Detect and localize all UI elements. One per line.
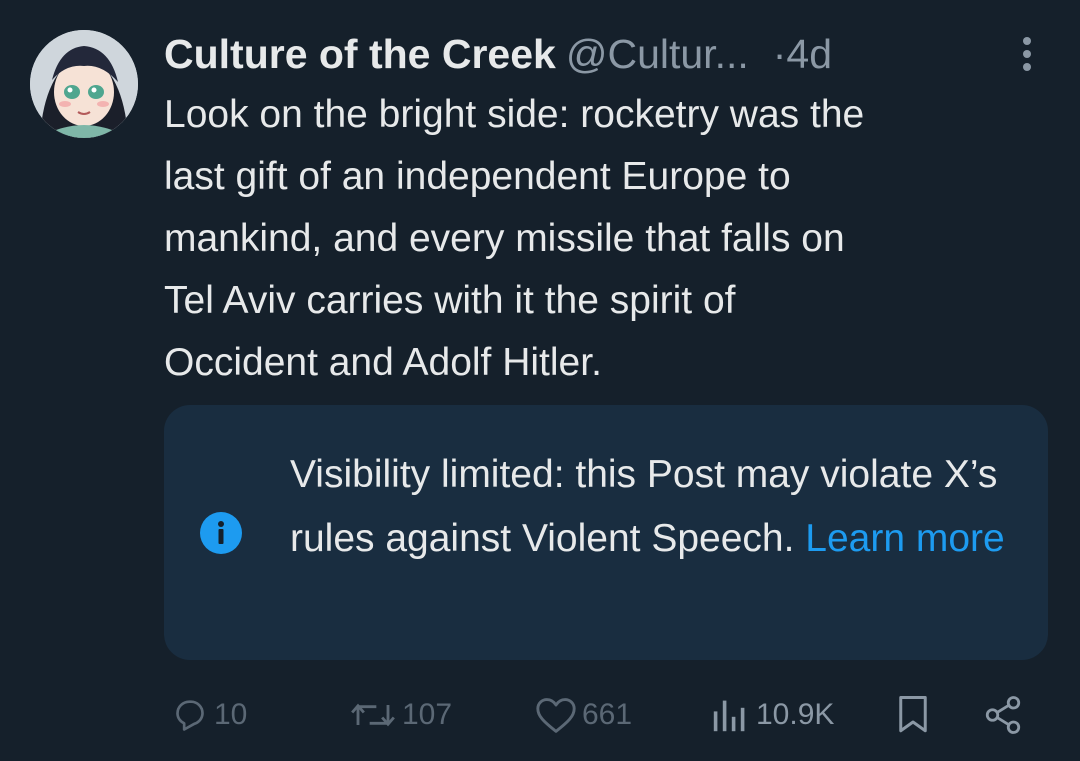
more-options-button[interactable] bbox=[1007, 32, 1047, 80]
repost-button[interactable]: 107 bbox=[348, 688, 452, 742]
post-text-line: Look on the bright side: rocketry was th… bbox=[164, 93, 865, 136]
more-vertical-icon bbox=[1023, 37, 1031, 71]
timestamp[interactable]: 4d bbox=[786, 31, 832, 77]
share-button[interactable] bbox=[982, 688, 1024, 742]
post-text-line: mankind, and every missile that falls on bbox=[164, 217, 845, 260]
repost-count: 107 bbox=[402, 698, 453, 731]
repost-icon bbox=[351, 703, 395, 727]
action-bar: 10 107 661 10.9K bbox=[0, 688, 1080, 742]
post-text-line: Occident and Adolf Hitler. bbox=[164, 341, 602, 384]
like-button[interactable]: 661 bbox=[534, 688, 632, 742]
learn-more-link[interactable]: Learn more bbox=[805, 517, 1004, 560]
separator: · bbox=[772, 31, 787, 77]
heart-icon bbox=[536, 698, 576, 733]
post-text-line: last gift of an independent Europe to bbox=[164, 155, 791, 198]
info-icon bbox=[200, 512, 242, 554]
visibility-notice: Visibility limited: this Post may violat… bbox=[164, 405, 1048, 660]
avatar[interactable] bbox=[30, 30, 138, 138]
share-icon bbox=[985, 696, 1021, 734]
reply-button[interactable]: 10 bbox=[170, 688, 247, 742]
post-text-line: Tel Aviv carries with it the spirit of bbox=[164, 279, 736, 322]
view-count: 10.9K bbox=[756, 698, 835, 731]
notice-text-block: Visibility limited: this Post may violat… bbox=[290, 443, 1030, 571]
bookmark-button[interactable] bbox=[894, 688, 932, 742]
anime-girl-avatar-icon bbox=[30, 30, 138, 138]
reply-icon bbox=[176, 700, 204, 731]
reply-count: 10 bbox=[214, 698, 248, 731]
post-header: Culture of the Creek @Cultur... ·4d bbox=[164, 26, 1034, 82]
views-button[interactable]: 10.9K bbox=[712, 688, 834, 742]
analytics-icon bbox=[713, 700, 745, 732]
like-count: 661 bbox=[582, 698, 633, 731]
post-text: Look on the bright side: rocketry was th… bbox=[164, 84, 1044, 394]
bookmark-icon bbox=[899, 696, 927, 733]
display-name[interactable]: Culture of the Creek bbox=[164, 31, 556, 77]
user-handle[interactable]: @Cultur... bbox=[566, 31, 749, 77]
